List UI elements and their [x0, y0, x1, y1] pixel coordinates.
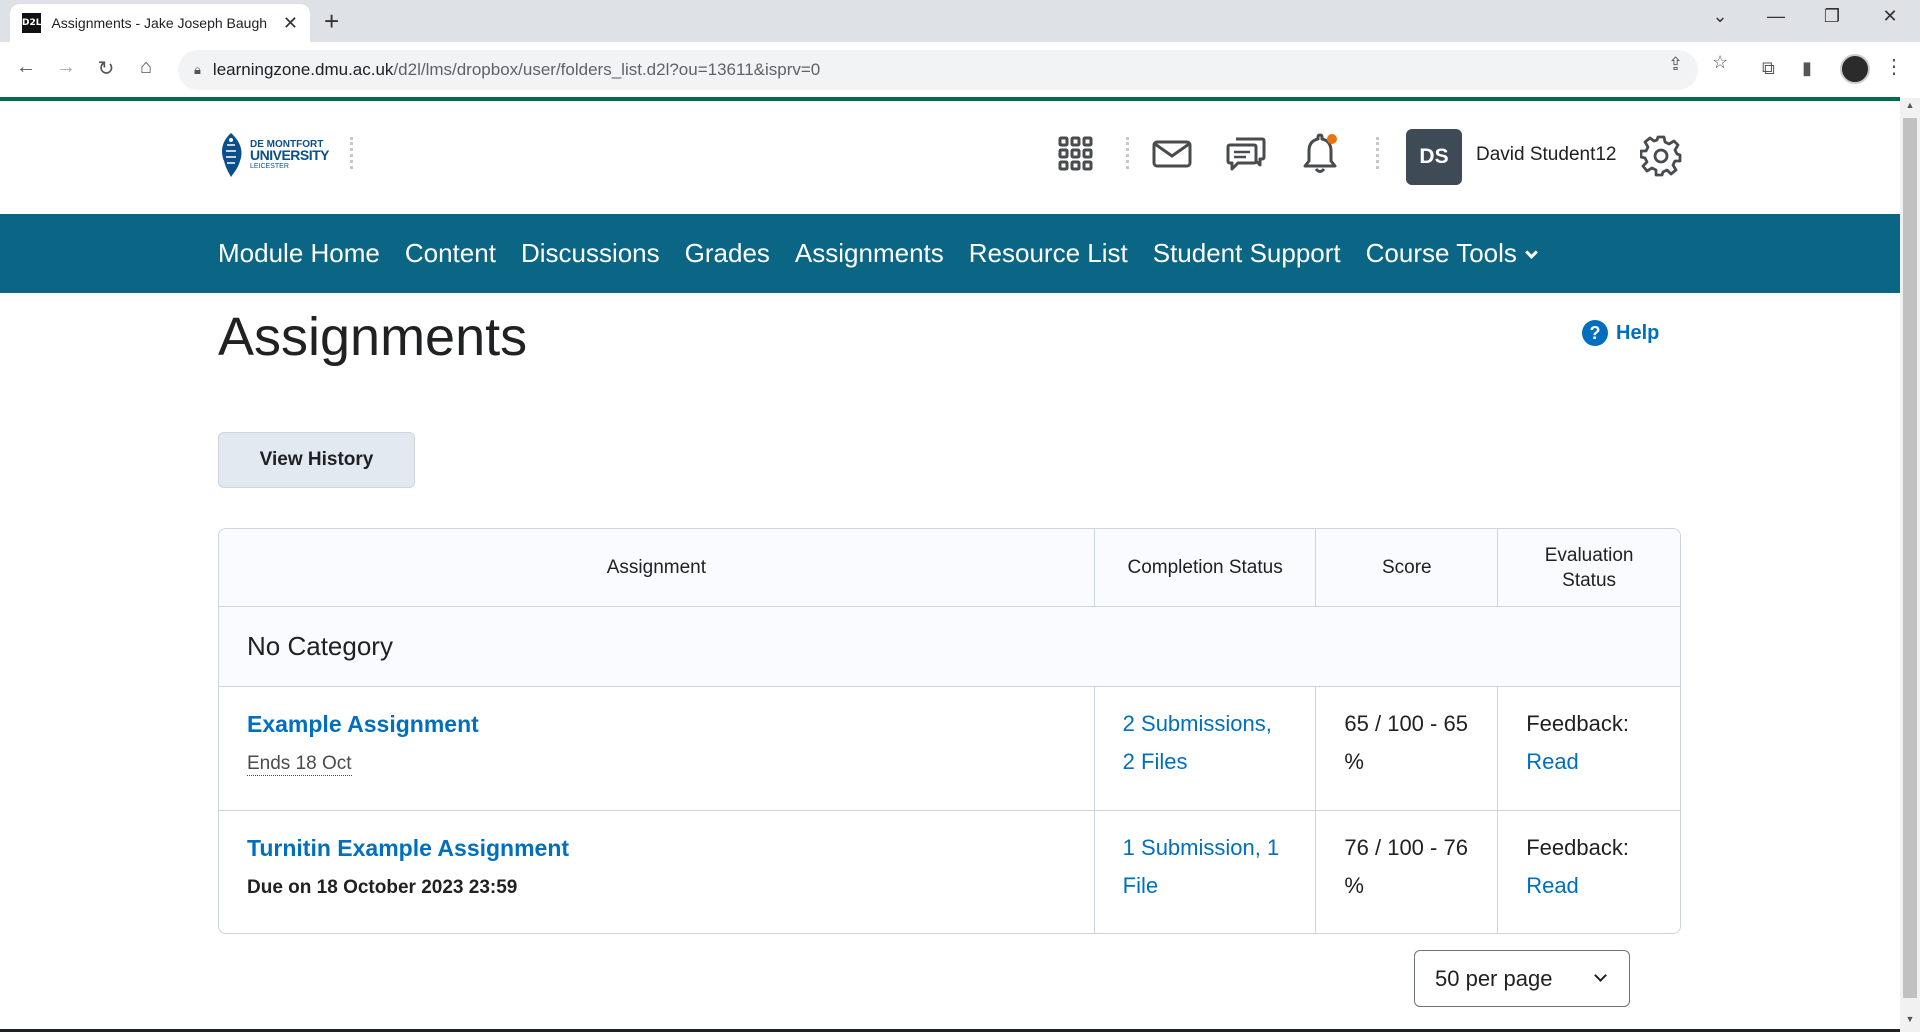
- lock-icon: 🔒︎: [194, 62, 201, 77]
- feedback-read-link[interactable]: Read: [1526, 867, 1652, 905]
- nav-course-tools-label: Course Tools: [1365, 238, 1517, 268]
- help-label: Help: [1616, 321, 1660, 344]
- assignment-cell: Turnitin Example Assignment Due on 18 Oc…: [219, 811, 1095, 933]
- table-row: Turnitin Example Assignment Due on 18 Oc…: [219, 811, 1680, 933]
- feedback-label: Feedback:: [1526, 711, 1629, 736]
- waffle-menu-icon[interactable]: [1054, 134, 1098, 174]
- header-divider: [1126, 137, 1130, 169]
- extensions-puzzle-icon[interactable]: ⧉: [1762, 58, 1775, 79]
- course-navbar: Module Home Content Discussions Grades A…: [0, 214, 1900, 293]
- assignments-table: Assignment Completion Status Score Evalu…: [218, 528, 1681, 934]
- close-tab-icon[interactable]: ✕: [283, 13, 298, 34]
- completion-cell: 1 Submission, 1 File: [1095, 811, 1317, 933]
- nav-content[interactable]: Content: [405, 238, 496, 269]
- header-divider: [1376, 137, 1380, 169]
- tab-title: Assignments - Jake Joseph Baugh: [51, 15, 268, 31]
- chevron-down-icon: [1525, 246, 1538, 259]
- new-tab-icon[interactable]: +: [324, 8, 339, 34]
- dmu-logo[interactable]: DE MONTFORT UNIVERSITY LEICESTER: [216, 131, 330, 179]
- dmu-wordmark: DE MONTFORT UNIVERSITY LEICESTER: [250, 138, 330, 170]
- browser-tab-bar: D2L Assignments - Jake Joseph Baugh ✕ + …: [0, 0, 1920, 42]
- side-panel-icon[interactable]: ▮: [1802, 58, 1812, 79]
- address-bar-row: ← → ↻ ⌂ 🔒︎ learningzone.dmu.ac.uk/d2l/lm…: [0, 42, 1920, 98]
- nav-discussions[interactable]: Discussions: [521, 238, 660, 269]
- table-header-row: Assignment Completion Status Score Evalu…: [219, 529, 1680, 607]
- home-icon[interactable]: ⌂: [132, 56, 160, 79]
- help-question-icon: ?: [1582, 320, 1608, 346]
- category-row: No Category: [219, 607, 1680, 687]
- assignment-cell: Example Assignment Ends 18 Oct: [219, 687, 1095, 810]
- page-scrollbar[interactable]: ▲ ▼: [1900, 98, 1920, 1032]
- reload-icon[interactable]: ↻: [92, 56, 120, 81]
- submissions-link[interactable]: 1 Submission, 1 File: [1123, 835, 1280, 898]
- column-header-evaluation-status: Evaluation Status: [1544, 544, 1634, 591]
- completion-cell: 2 Submissions, 2 Files: [1095, 687, 1317, 810]
- browser-tab[interactable]: D2L Assignments - Jake Joseph Baugh ✕: [10, 4, 310, 42]
- scroll-down-icon[interactable]: ▼: [1900, 1014, 1920, 1024]
- url-text: learningzone.dmu.ac.uk/d2l/lms/dropbox/u…: [212, 60, 821, 79]
- mail-icon[interactable]: [1150, 134, 1194, 174]
- score-value: 65 / 100 - 65 %: [1344, 711, 1468, 774]
- evaluation-cell: Feedback: Read: [1498, 687, 1680, 810]
- share-icon[interactable]: ⇪: [1668, 54, 1683, 75]
- nav-course-tools[interactable]: Course Tools: [1365, 238, 1538, 269]
- browser-profile-avatar[interactable]: [1840, 54, 1870, 84]
- view-history-button[interactable]: View History: [218, 432, 415, 488]
- due-date: Due on 18 October 2023 23:59: [247, 877, 518, 898]
- user-avatar[interactable]: DS: [1406, 129, 1462, 185]
- scrollbar-thumb[interactable]: [1903, 118, 1917, 998]
- dmu-crest-icon: [216, 131, 246, 179]
- column-header-completion-status: Completion Status: [1095, 529, 1317, 606]
- assignment-link[interactable]: Example Assignment: [247, 705, 1066, 743]
- score-cell: 76 / 100 - 76 %: [1316, 811, 1499, 933]
- restore-icon[interactable]: ❐: [1812, 6, 1852, 27]
- help-link[interactable]: ? Help: [1582, 320, 1659, 346]
- bookmark-star-icon[interactable]: ☆: [1712, 52, 1728, 73]
- column-header-score: Score: [1316, 529, 1499, 606]
- notifications-bell-icon[interactable]: [1298, 133, 1342, 174]
- score-value: 76 / 100 - 76 %: [1344, 835, 1468, 898]
- close-window-icon[interactable]: ✕: [1870, 6, 1910, 27]
- nav-assignments[interactable]: Assignments: [795, 238, 944, 269]
- chat-icon[interactable]: [1224, 134, 1268, 174]
- back-icon[interactable]: ←: [12, 56, 40, 79]
- due-date[interactable]: Ends 18 Oct: [247, 753, 352, 776]
- column-header-assignment: Assignment: [219, 529, 1095, 606]
- feedback-label: Feedback:: [1526, 835, 1629, 860]
- score-cell: 65 / 100 - 65 %: [1316, 687, 1499, 810]
- nav-resource-list[interactable]: Resource List: [969, 238, 1128, 269]
- feedback-read-link[interactable]: Read: [1526, 743, 1652, 781]
- evaluation-cell: Feedback: Read: [1498, 811, 1680, 933]
- category-label: No Category: [247, 631, 393, 661]
- nav-student-support[interactable]: Student Support: [1153, 238, 1341, 269]
- tab-search-chevron-icon[interactable]: ⌄: [1700, 6, 1740, 27]
- per-page-select[interactable]: 50 per page: [1414, 950, 1630, 1007]
- d2l-header: DE MONTFORT UNIVERSITY LEICESTER DS Davi…: [0, 101, 1900, 214]
- table-row: Example Assignment Ends 18 Oct 2 Submiss…: [219, 687, 1680, 811]
- assignment-link[interactable]: Turnitin Example Assignment: [247, 829, 1066, 867]
- user-name[interactable]: David Student12: [1476, 144, 1617, 166]
- chevron-down-icon: [1594, 969, 1607, 982]
- browser-menu-icon[interactable]: ⋮: [1884, 54, 1904, 79]
- minimize-icon[interactable]: —: [1756, 6, 1796, 27]
- submissions-link[interactable]: 2 Submissions, 2 Files: [1123, 711, 1272, 774]
- d2l-favicon-icon: D2L: [22, 13, 42, 33]
- header-divider: [350, 137, 354, 169]
- url-omnibox[interactable]: 🔒︎ learningzone.dmu.ac.uk/d2l/lms/dropbo…: [178, 50, 1698, 90]
- page-title: Assignments: [218, 307, 528, 367]
- forward-icon[interactable]: →: [52, 56, 80, 79]
- settings-gear-icon[interactable]: [1639, 135, 1682, 182]
- nav-module-home[interactable]: Module Home: [218, 238, 380, 269]
- scroll-up-icon[interactable]: ▲: [1900, 100, 1920, 110]
- nav-grades[interactable]: Grades: [685, 238, 770, 269]
- per-page-value: 50 per page: [1435, 965, 1553, 991]
